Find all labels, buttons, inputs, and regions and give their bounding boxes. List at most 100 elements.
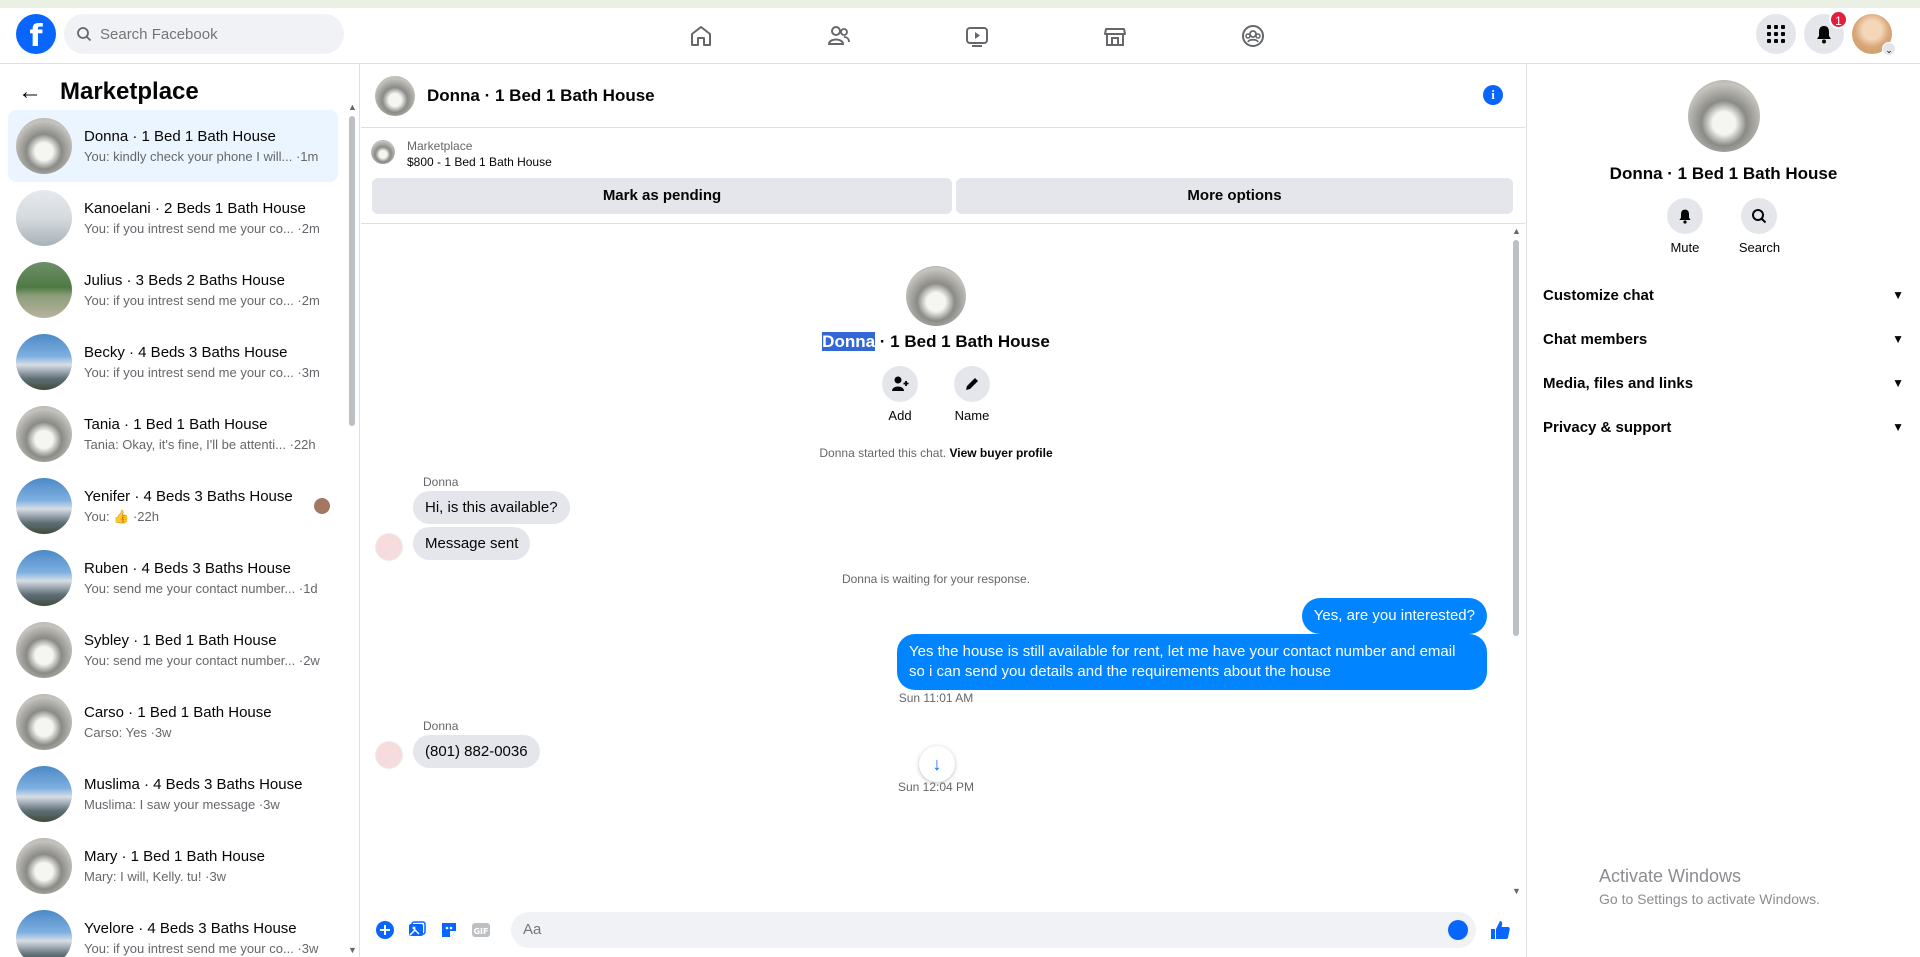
listing-thumbnail [16,406,72,462]
menu-button[interactable] [1756,14,1796,54]
conversation-item[interactable]: Becky · 4 Beds 3 Baths House You: if you … [8,326,338,398]
listing-thumbnail [16,622,72,678]
sender-avatar[interactable] [375,741,403,769]
conversation-name: Sybley · 1 Bed 1 Bath House [84,632,277,649]
conversation-name: Mary · 1 Bed 1 Bath House [84,848,265,865]
notifications-button[interactable]: 1 [1804,10,1848,54]
grid-menu-icon [1767,25,1785,43]
photo-icon[interactable] [401,914,433,946]
conversation-preview: Mary: I will, Kelly. tu! ·3w [84,869,227,884]
listing-thumbnail [16,118,72,174]
outgoing-message[interactable]: Yes the house is still available for ren… [897,634,1487,690]
conversation-item[interactable]: Donna · 1 Bed 1 Bath House You: kindly ch… [8,110,338,182]
add-label: Add [888,408,912,423]
conversation-item[interactable]: Julius · 3 Beds 2 Baths House You: if you… [8,254,338,326]
sticker-icon[interactable] [433,914,465,946]
nav-friends[interactable] [770,14,908,58]
bell-icon [1666,198,1703,234]
chat-intro: Donna · 1 Bed 1 Bath House Add Name [361,266,1511,423]
sidebar-title: Marketplace [60,78,199,105]
listing-thumbnail [16,694,72,750]
message-input[interactable] [523,921,1423,938]
conversation-name: Julius · 3 Beds 2 Baths House [84,272,285,289]
chat-scroll-thumb[interactable] [1513,240,1519,636]
gif-icon[interactable]: GIF [465,914,497,946]
add-member-button[interactable]: Add [875,366,925,423]
chat-avatar[interactable] [375,75,415,116]
privacy-support-section[interactable]: Privacy & support ▼ [1543,405,1904,449]
chat-scrollbar[interactable]: ▲ ▼ [1511,226,1521,896]
account-controls: 1 ⌄ [1756,10,1896,56]
conversation-item[interactable]: Sybley · 1 Bed 1 Bath House You: send me … [8,614,338,686]
scroll-up-arrow-icon[interactable]: ▲ [348,102,357,112]
search-input[interactable] [100,25,320,43]
media-files-links-section[interactable]: Media, files and links ▼ [1543,361,1904,405]
home-icon [691,26,711,46]
chevron-down-icon: ▼ [1892,332,1904,346]
sender-name: Donna [423,719,459,733]
conversation-item[interactable]: Mary · 1 Bed 1 Bath House Mary: I will, K… [8,830,338,902]
nav-home[interactable] [632,14,770,58]
conversation-name: Carso · 1 Bed 1 Bath House [84,704,272,721]
chat-header: Donna · 1 Bed 1 Bath House i [361,64,1525,128]
add-person-icon [882,366,918,402]
conversation-item[interactable]: Carso · 1 Bed 1 Bath House Carso: Yes ·3w [8,686,338,758]
section-label: Privacy & support [1543,418,1672,436]
chat-intro-actions: Add Name [361,366,1511,423]
scroll-down-arrow-icon[interactable]: ▼ [1512,886,1521,896]
conversation-name: Ruben · 4 Beds 3 Baths House [84,560,291,577]
sidebar-scrollbar[interactable]: ▲ ▼ [348,102,357,957]
emoji-icon[interactable] [1448,919,1468,940]
chat-started-notice: Donna started this chat. View buyer prof… [361,446,1511,460]
incoming-message[interactable]: Message sent [413,527,531,560]
search-in-chat-button[interactable]: Search [1739,198,1780,255]
conversation-item[interactable]: Yvelore · 4 Beds 3 Baths House You: if yo… [8,902,338,957]
more-options-button[interactable]: More options [956,178,1513,214]
chat-intro-title-rest: · 1 Bed 1 Bath House [875,332,1050,351]
conversation-item[interactable]: Kanoelani · 2 Beds 1 Bath House You: if y… [8,182,338,254]
mark-pending-button[interactable]: Mark as pending [372,178,952,214]
section-label: Customize chat [1543,286,1654,304]
info-icon[interactable]: i [1483,85,1503,105]
groups-icon [1242,25,1264,47]
mute-button[interactable]: Mute [1666,198,1703,255]
thumbs-up-icon[interactable] [1484,914,1516,946]
conversation-item[interactable]: Yenifer · 4 Beds 3 Baths House You: 👍 ·22… [8,470,338,542]
listing-thumbnail[interactable] [371,140,395,164]
facebook-logo[interactable]: f [16,14,56,54]
nav-marketplace[interactable] [1046,14,1184,58]
nav-groups[interactable] [1184,14,1322,58]
account-avatar[interactable]: ⌄ [1852,14,1896,56]
conversation-item[interactable]: Tania · 1 Bed 1 Bath House Tania: Okay, i… [8,398,338,470]
view-buyer-profile-link[interactable]: View buyer profile [949,446,1052,460]
conversation-item[interactable]: Ruben · 4 Beds 3 Baths House You: send me… [8,542,338,614]
sender-avatar[interactable] [375,533,403,561]
conversation-preview: You: if you intrest send me your co... ·… [84,221,320,236]
conversation-item[interactable]: Muslima · 4 Beds 3 Baths House Muslima: I… [8,758,338,830]
customize-chat-section[interactable]: Customize chat ▼ [1543,273,1904,317]
message-input-wrapper[interactable] [511,911,1476,948]
incoming-message[interactable]: (801) 882-0036 [413,735,540,768]
listing-price[interactable]: $800 - 1 Bed 1 Bath House [407,155,552,169]
chat-members-section[interactable]: Chat members ▼ [1543,317,1904,361]
listing-thumbnail [16,550,72,606]
scroll-up-arrow-icon[interactable]: ▲ [1512,226,1521,236]
nav-video[interactable] [908,14,1046,58]
plus-circle-icon[interactable] [369,914,401,946]
info-panel-name: Donna · 1 Bed 1 Bath House [1609,164,1838,183]
watermark-title: Activate Windows [1599,866,1742,886]
search-box[interactable] [64,14,344,54]
scroll-down-arrow-icon[interactable]: ▼ [348,945,357,955]
top-navigation-bar: f 1 ⌄ [0,8,1920,64]
scroll-to-bottom-button[interactable]: ↓ [919,746,955,782]
back-arrow-icon[interactable]: ← [18,78,42,106]
sidebar-scroll-thumb[interactable] [349,116,355,426]
chat-title[interactable]: Donna · 1 Bed 1 Bath House [427,86,655,106]
info-panel-sections: Customize chat ▼ Chat members ▼ Media, fil… [1527,273,1920,449]
svg-text:GIF: GIF [473,927,488,936]
conversation-preview: You: if you intrest send me your co... ·… [84,941,319,956]
edit-name-button[interactable]: Name [947,366,997,423]
outgoing-message[interactable]: Yes, are you interested? [1301,598,1487,634]
message-composer: GIF [361,902,1525,957]
incoming-message[interactable]: Hi, is this available? [413,491,570,524]
